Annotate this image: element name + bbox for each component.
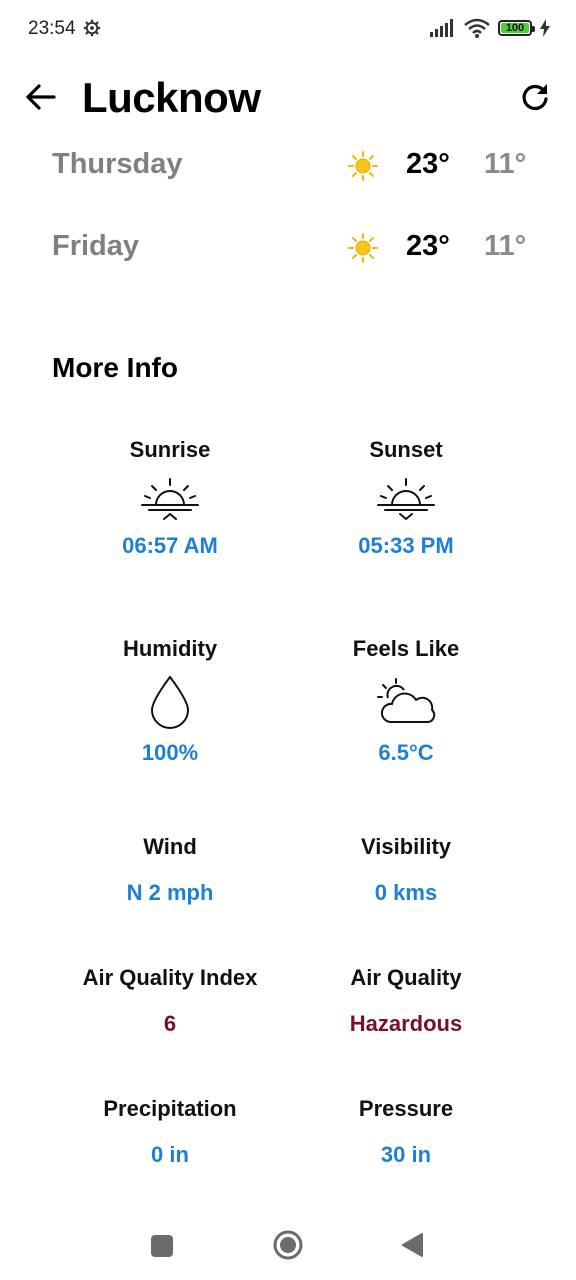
precipitation-value: 0 in bbox=[151, 1142, 189, 1167]
refresh-button[interactable] bbox=[520, 82, 550, 112]
forecast-high-temp: 23° bbox=[406, 148, 450, 180]
status-time: 23:54 bbox=[28, 18, 76, 39]
forecast-high-temp: 23° bbox=[406, 230, 450, 262]
forecast-day: Thursday bbox=[52, 148, 183, 180]
feels-like-card: Feels Like 6.5°C bbox=[286, 636, 526, 766]
humidity-value: 100% bbox=[141, 740, 199, 765]
humidity-label: Humidity bbox=[122, 636, 218, 661]
air-quality-value: Hazardous bbox=[349, 1011, 463, 1036]
sunset-value: 05:33 PM bbox=[358, 533, 454, 558]
sunny-icon bbox=[348, 233, 378, 263]
forecast-row: Thursday 23° 11° bbox=[0, 136, 576, 196]
partly-cloudy-icon bbox=[377, 678, 436, 723]
charging-bolt-icon bbox=[540, 19, 550, 37]
pressure-value: 30 in bbox=[380, 1142, 432, 1167]
feels-like-label: Feels Like bbox=[352, 636, 460, 661]
battery-icon: 100 bbox=[498, 20, 535, 36]
wind-label: Wind bbox=[143, 834, 197, 859]
nav-back-button[interactable] bbox=[400, 1232, 426, 1258]
page-title: Lucknow bbox=[82, 74, 261, 121]
aqi-label: Air Quality Index bbox=[82, 965, 258, 990]
visibility-label: Visibility bbox=[360, 834, 452, 859]
sunny-icon bbox=[348, 151, 378, 181]
back-arrow-button[interactable] bbox=[24, 82, 58, 112]
sunrise-icon bbox=[141, 478, 199, 520]
visibility-value: 0 kms bbox=[374, 880, 438, 905]
signal-icon bbox=[430, 19, 453, 37]
status-icons: 100 bbox=[430, 18, 550, 38]
visibility-card: Visibility 0 kms bbox=[286, 834, 526, 906]
pressure-label: Pressure bbox=[358, 1096, 454, 1121]
sunset-icon bbox=[377, 478, 435, 521]
sunrise-card: Sunrise 06:57 AM bbox=[50, 437, 290, 559]
air-quality-label: Air Quality bbox=[350, 965, 462, 990]
aqi-value: 6 bbox=[163, 1011, 177, 1036]
recent-apps-button[interactable] bbox=[151, 1235, 173, 1257]
sunset-label: Sunset bbox=[369, 437, 443, 462]
wifi-icon bbox=[464, 18, 490, 38]
aqi-card: Air Quality Index 6 bbox=[50, 965, 290, 1037]
air-quality-card: Air Quality Hazardous bbox=[286, 965, 526, 1037]
forecast-row: Friday 23° 11° bbox=[0, 218, 576, 278]
humidity-card: Humidity 100% bbox=[50, 636, 290, 766]
water-drop-icon bbox=[150, 675, 190, 729]
pressure-card: Pressure 30 in bbox=[286, 1096, 526, 1168]
settings-gear-icon bbox=[83, 19, 101, 37]
precipitation-card: Precipitation 0 in bbox=[50, 1096, 290, 1168]
sunrise-label: Sunrise bbox=[129, 437, 211, 462]
screen: 23:54 100 Lucknow Thursday 23° 11° Frida… bbox=[0, 0, 576, 1280]
forecast-day: Friday bbox=[52, 230, 140, 262]
forecast-low-temp: 11° bbox=[484, 148, 527, 180]
more-info-title: More Info bbox=[52, 352, 178, 383]
feels-like-value: 6.5°C bbox=[378, 740, 434, 765]
home-button[interactable] bbox=[272, 1229, 304, 1261]
sunset-card: Sunset 05:33 PM bbox=[286, 437, 526, 559]
wind-card: Wind N 2 mph bbox=[50, 834, 290, 906]
wind-value: N 2 mph bbox=[126, 880, 214, 905]
battery-level: 100 bbox=[505, 22, 525, 34]
forecast-low-temp: 11° bbox=[484, 230, 527, 262]
precipitation-label: Precipitation bbox=[103, 1096, 237, 1121]
sunrise-value: 06:57 AM bbox=[122, 533, 218, 558]
